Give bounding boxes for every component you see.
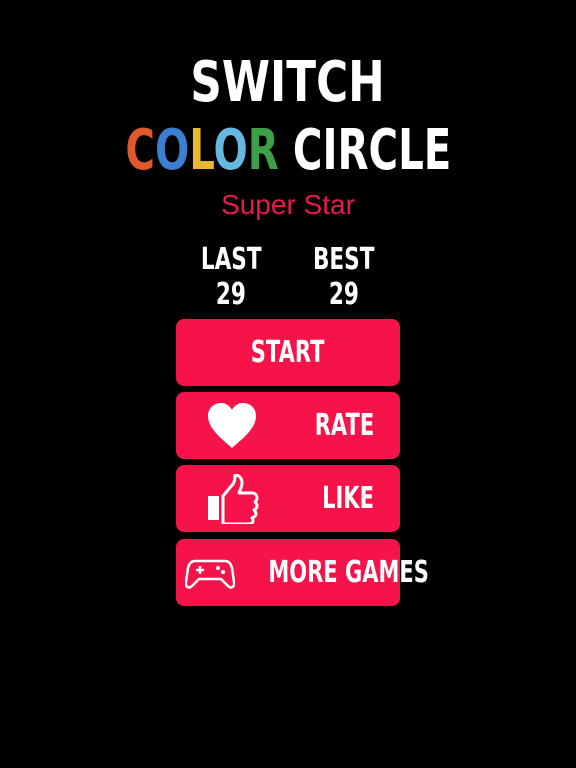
rate-button-text: RATE (314, 408, 374, 443)
best-score-value-text: 29 (328, 277, 360, 312)
title-letter-o2: O (213, 118, 248, 183)
more-games-button-text: MORE GAMES (268, 555, 429, 590)
best-score-value: 29 (284, 277, 404, 312)
like-button-text: LIKE (322, 481, 374, 516)
start-button[interactable]: START (176, 319, 400, 386)
rate-button-label: RATE (296, 392, 392, 459)
last-score-label: LAST (171, 242, 291, 277)
more-games-button[interactable]: MORE GAMES (176, 539, 429, 606)
gamepad-icon (182, 539, 238, 606)
more-games-button-label: MORE GAMES (234, 539, 428, 606)
title-circle-word: CIRCLE (292, 118, 451, 183)
title-switch: SWITCH (0, 52, 576, 114)
heart-icon-svg (208, 402, 256, 448)
thumbs-up-icon (204, 465, 260, 532)
like-button[interactable]: LIKE (176, 465, 400, 532)
thumbs-up-icon-svg (208, 473, 259, 524)
gamepad-icon-svg (185, 559, 235, 589)
best-score-label: BEST (284, 242, 404, 277)
start-button-text: START (251, 335, 325, 370)
heart-icon (204, 392, 260, 459)
title-letter-l: L (188, 118, 214, 183)
last-score-value: 29 (171, 277, 291, 312)
best-score: BEST 29 (284, 242, 404, 312)
like-button-label: LIKE (300, 465, 396, 532)
last-score: LAST 29 (171, 242, 291, 312)
title-letter-o1: O (154, 118, 189, 183)
last-score-value-text: 29 (215, 277, 247, 312)
last-score-label-text: LAST (200, 242, 262, 277)
title-color-circle-text: COLOR CIRCLE (125, 120, 451, 182)
title-color-circle: COLOR CIRCLE (0, 120, 576, 182)
title-letter-c: C (125, 118, 155, 183)
rate-button[interactable]: RATE (176, 392, 400, 459)
title-letter-r: R (247, 118, 279, 183)
subtitle: Super Star (221, 189, 355, 220)
title-switch-text: SWITCH (190, 50, 386, 115)
start-button-label: START (176, 319, 400, 386)
best-score-label-text: BEST (313, 242, 375, 277)
